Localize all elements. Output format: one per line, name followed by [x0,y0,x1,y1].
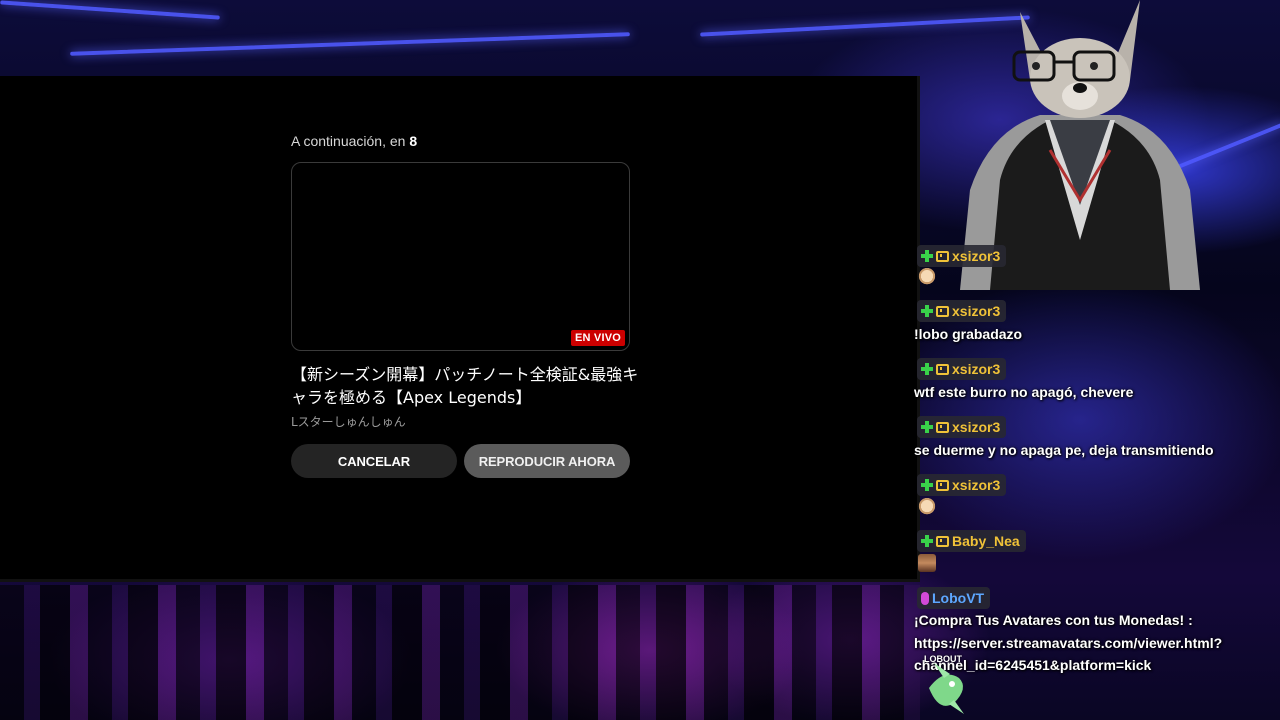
mascot-avatar: LOBOUT [924,654,974,720]
chat-username: Baby_Nea [952,533,1020,549]
chat-username-tag: LoboVT [917,587,991,609]
face-emote-icon [918,554,936,572]
chat-message-text: https://server.streamavatars.com/viewer.… [914,635,1223,651]
crowd-silhouettes [0,585,920,720]
plus-badge-icon [921,250,933,262]
microphone-badge-icon [921,591,929,605]
upnext-channel-name: Lスターしゅんしゅん [291,415,406,429]
chat-username-tag: xsizor3 [917,245,1007,267]
light-beam [0,0,220,20]
chat-username-tag: Baby_Nea [917,530,1026,552]
crown-badge-icon [936,421,949,433]
crown-badge-icon [936,479,949,491]
chat-message-text: wtf este burro no apagó, chevere [914,384,1134,400]
dog-emote-icon [918,268,936,286]
mascot-label: LOBOUT [924,654,962,664]
upnext-prefix: A continuación, en [291,133,406,149]
crown-badge-icon [936,250,949,262]
light-beam [70,32,630,56]
upnext-countdown: 8 [409,133,418,149]
upnext-thumbnail[interactable]: EN VIVO [291,162,630,351]
chat-username-tag: xsizor3 [917,416,1007,438]
plus-badge-icon [921,305,933,317]
play-now-button[interactable]: REPRODUCIR AHORA [464,444,630,478]
chat-username: xsizor3 [952,361,1001,377]
chat-message-text: ¡Compra Tus Avatares con tus Monedas! : [914,612,1193,628]
chat-message-text: se duerme y no apaga pe, deja transmitie… [914,442,1214,458]
chat-username: xsizor3 [952,303,1001,319]
plus-badge-icon [921,535,933,547]
crown-badge-icon [936,535,949,547]
chat-username-tag: xsizor3 [917,358,1007,380]
chat-overlay: xsizor3 xsizor3 !lobo grabadazo xsizor3 … [912,0,1280,720]
chat-username: LoboVT [932,590,985,606]
upnext-countdown-label: A continuación, en 8 [291,133,417,149]
upnext-video-title[interactable]: 【新シーズン開幕】パッチノート全検証&最強キャラを極める【Apex Legend… [291,363,641,409]
chat-username: xsizor3 [952,248,1001,264]
crown-badge-icon [936,363,949,375]
plus-badge-icon [921,479,933,491]
chat-username-tag: xsizor3 [917,474,1007,496]
chat-username: xsizor3 [952,419,1001,435]
dog-emote-icon [918,498,936,516]
crown-badge-icon [936,305,949,317]
chat-username-tag: xsizor3 [917,300,1007,322]
chat-message-text: !lobo grabadazo [914,326,1023,342]
plus-badge-icon [921,421,933,433]
plus-badge-icon [921,363,933,375]
bird-mascot-icon [929,663,964,714]
chat-username: xsizor3 [952,477,1001,493]
live-badge: EN VIVO [570,330,625,346]
cancel-button[interactable]: CANCELAR [291,444,457,478]
